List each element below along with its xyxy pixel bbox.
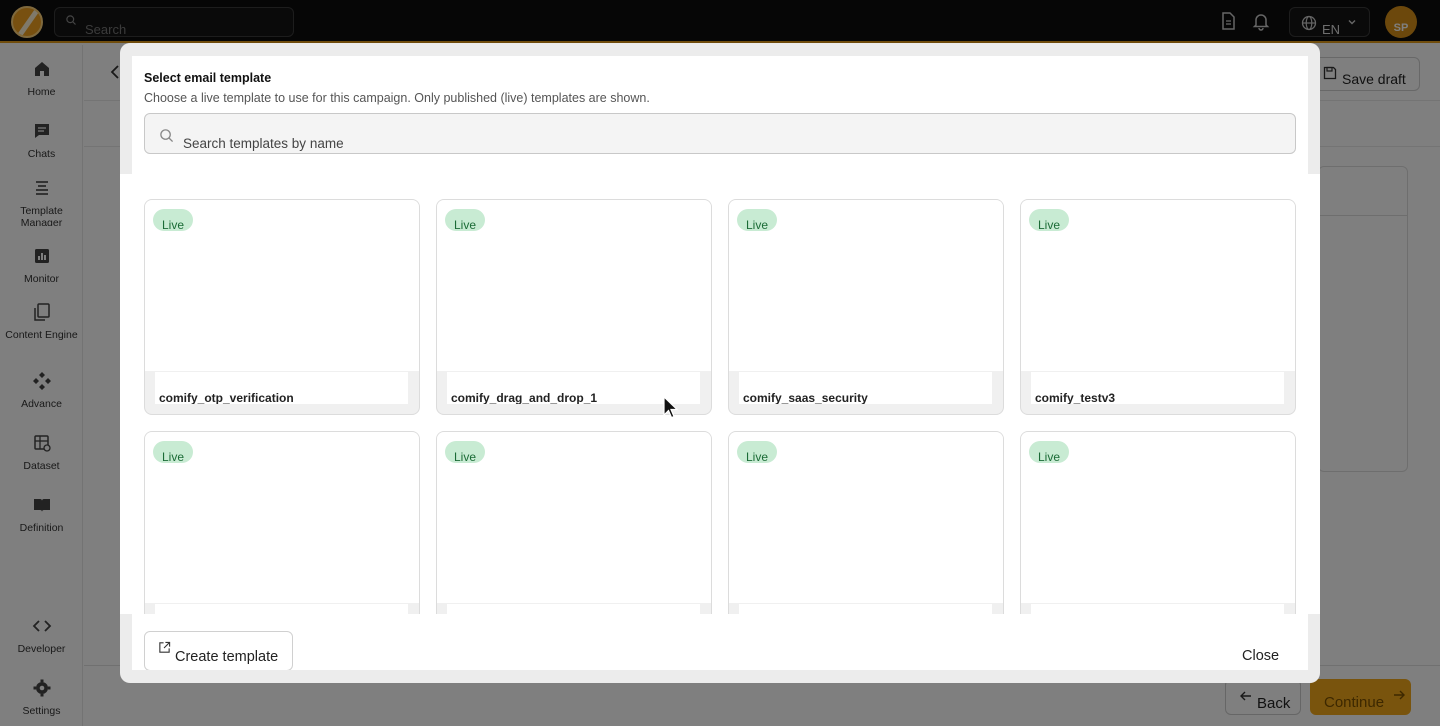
template-card[interactable]: Live bbox=[436, 431, 712, 614]
template-name-bar: comify_saas_security bbox=[739, 372, 992, 404]
status-badge: Live bbox=[1029, 209, 1069, 231]
template-name-bar bbox=[739, 604, 992, 614]
template-name-bar bbox=[1031, 604, 1284, 614]
template-name-bar: comify_testv3 bbox=[1031, 372, 1284, 404]
template-card[interactable]: Live comify_drag_and_drop_1 bbox=[436, 199, 712, 415]
template-name-bar bbox=[155, 604, 408, 614]
template-name: comify_saas_security bbox=[743, 391, 868, 404]
status-badge: Live bbox=[445, 441, 485, 463]
template-card[interactable]: Live bbox=[728, 431, 1004, 614]
external-link-icon bbox=[159, 641, 171, 653]
status-badge: Live bbox=[153, 441, 193, 463]
status-badge: Live bbox=[737, 441, 777, 463]
close-button[interactable]: Close bbox=[1242, 648, 1279, 664]
modal-title: Select email template bbox=[144, 71, 272, 85]
template-name: comify_otp_verification bbox=[159, 391, 294, 404]
template-name: comify_testv3 bbox=[1035, 391, 1116, 404]
status-badge: Live bbox=[1029, 441, 1069, 463]
template-card[interactable]: Live comify_saas_security bbox=[728, 199, 1004, 415]
modal-subtitle: Choose a live template to use for this c… bbox=[144, 91, 650, 105]
template-name: comify_drag_and_drop_1 bbox=[451, 391, 598, 404]
modal-footer: Create template Close bbox=[132, 614, 1308, 670]
template-name-bar bbox=[447, 604, 700, 614]
template-search-placeholder: Search templates by name bbox=[183, 136, 344, 151]
create-template-label: Create template bbox=[175, 649, 279, 665]
status-badge: Live bbox=[445, 209, 485, 231]
template-card[interactable]: Live bbox=[1020, 431, 1296, 614]
template-card[interactable]: Live comify_otp_verification bbox=[144, 199, 420, 415]
template-grid: Live comify_otp_verification Live comify… bbox=[120, 174, 1320, 614]
template-card[interactable]: Live bbox=[144, 431, 420, 614]
template-card[interactable]: Live comify_testv3 bbox=[1020, 199, 1296, 415]
search-icon bbox=[160, 129, 174, 143]
template-search-input[interactable]: Search templates by name bbox=[144, 113, 1296, 154]
select-template-modal: Select email template Choose a live temp… bbox=[120, 43, 1320, 683]
template-name-bar: comify_otp_verification bbox=[155, 372, 408, 404]
status-badge: Live bbox=[153, 209, 193, 231]
create-template-button[interactable]: Create template bbox=[144, 631, 293, 670]
mouse-cursor-icon bbox=[663, 396, 679, 419]
status-badge: Live bbox=[737, 209, 777, 231]
